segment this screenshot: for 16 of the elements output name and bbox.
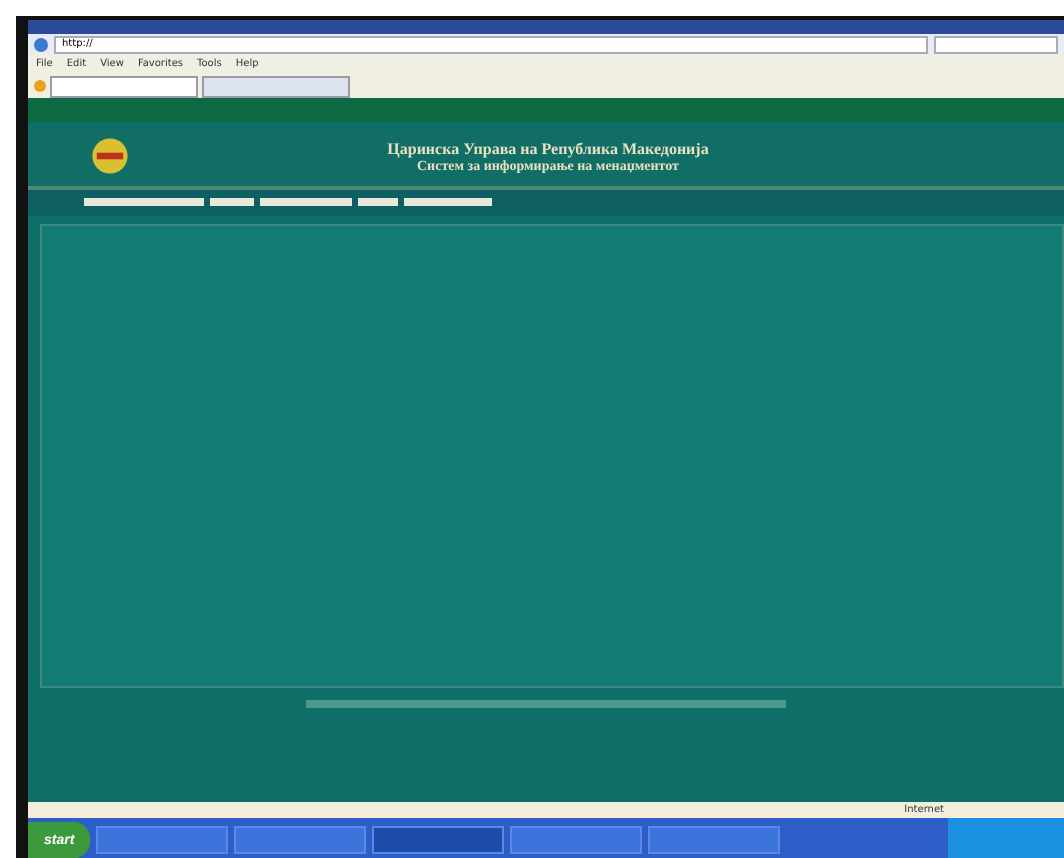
taskbar-window-button[interactable]: [234, 826, 367, 854]
nav-button[interactable]: [358, 198, 398, 206]
emblem-icon: [88, 134, 132, 178]
search-field[interactable]: [934, 35, 1058, 53]
system-tray: [948, 818, 1064, 858]
taskbar-window-button[interactable]: [372, 826, 505, 854]
nav-button[interactable]: [260, 198, 352, 206]
page-title: Царинска Управа на Република Македонија: [385, 139, 711, 157]
nav-button[interactable]: [404, 198, 492, 206]
taskbar-window-button[interactable]: [96, 826, 229, 854]
nav-button[interactable]: [210, 198, 254, 206]
browser-tab[interactable]: [202, 76, 350, 98]
browser-tab[interactable]: [50, 76, 198, 98]
nav-button[interactable]: [84, 198, 204, 206]
taskbar-window-button[interactable]: [510, 826, 643, 854]
taskbar-window-button[interactable]: [648, 826, 781, 854]
